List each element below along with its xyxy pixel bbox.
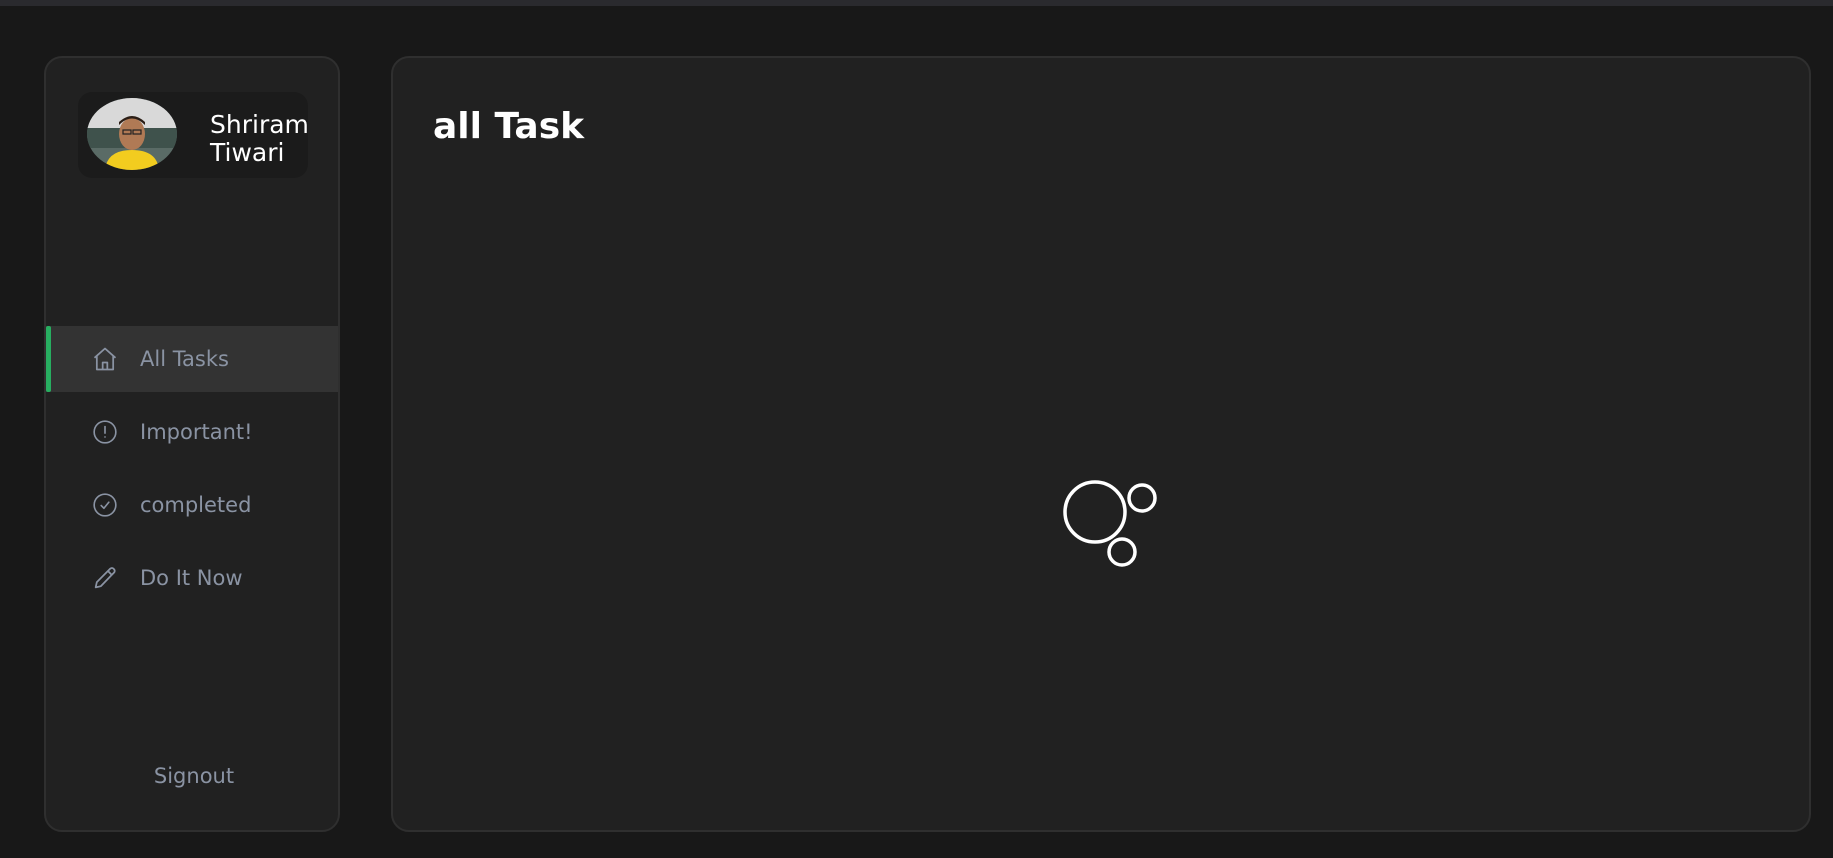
sidebar-item-do-it-now[interactable]: Do It Now	[46, 545, 338, 611]
user-name: Shriram Tiwari	[210, 110, 309, 167]
check-circle-icon	[90, 490, 120, 520]
home-icon	[90, 344, 120, 374]
sidebar-item-completed[interactable]: completed	[46, 472, 338, 538]
avatar	[87, 98, 177, 170]
sidebar-item-label: Important!	[140, 420, 253, 444]
loading-spinner-icon	[1063, 468, 1173, 568]
sidebar-item-all-tasks[interactable]: All Tasks	[46, 326, 338, 392]
alert-circle-icon	[90, 417, 120, 447]
sidebar-item-important[interactable]: Important!	[46, 399, 338, 465]
signout-button[interactable]: Signout	[46, 764, 338, 788]
sidebar-item-label: Do It Now	[140, 566, 243, 590]
page-title: all Task	[433, 106, 585, 147]
sidebar-item-label: All Tasks	[140, 347, 229, 371]
sidebar: Shriram Tiwari All Tasks Important! comp…	[44, 56, 340, 832]
sidebar-nav: All Tasks Important! completed Do It Now	[46, 326, 338, 618]
main-panel: all Task	[391, 56, 1811, 832]
sidebar-item-label: completed	[140, 493, 252, 517]
pencil-icon	[90, 563, 120, 593]
window-top-bar	[0, 0, 1833, 6]
